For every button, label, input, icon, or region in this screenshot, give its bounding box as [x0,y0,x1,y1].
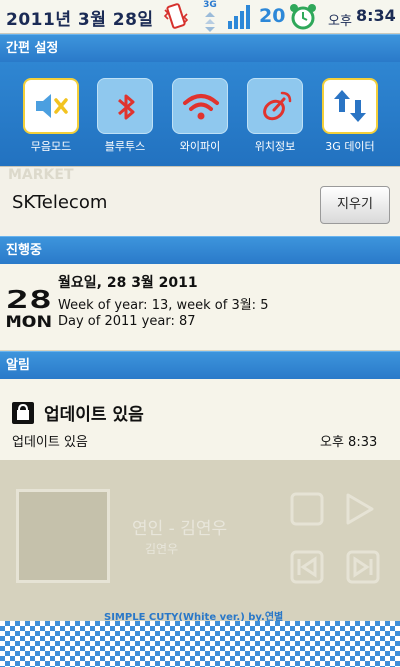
calendar-date-icon: 28 MON [6,285,52,331]
carrier-name: SKTelecom [12,192,108,213]
toggle-label-3g: 3G 데이터 [325,140,375,153]
play-icon [346,493,374,525]
next-icon [346,550,380,584]
toggle-bluetooth[interactable] [97,78,153,134]
bluetooth-icon [118,94,135,120]
alarm-clock-icon [290,4,316,30]
notifications-header: 알림 [0,351,400,379]
notification-update-item[interactable]: 업데이트 있음 업데이트 있음 오후 8:33 [0,379,400,460]
speaker-mute-icon [36,94,68,118]
toggle-label-wifi: 와이파이 [179,140,221,153]
data-arrows-icon [334,90,366,122]
quick-settings-panel: 무음모드 블루투스 와이파이 위치정보 3G 데이터 [0,62,400,166]
toggle-location[interactable] [247,78,303,134]
status-time: 8:34 [356,6,396,25]
checkered-footer-strip [0,621,400,667]
background-market-text: MARKET [8,167,74,183]
previous-icon [290,550,324,584]
stop-icon [290,492,324,526]
song-artist: 김연우 [145,542,179,556]
song-title: 연인 - 김연우 [132,519,228,539]
toggle-label-location: 위치정보 [254,140,296,153]
location-satellite-icon [263,91,292,121]
battery-level: 20 [259,5,286,27]
ongoing-title: 월요일, 28 3월 2011 [58,275,198,291]
calendar-weekday: MON [6,312,52,331]
notification-time: 오후 8:33 [320,435,378,450]
wifi-icon [183,94,219,120]
phone-vibrate-icon [163,3,189,29]
album-art [16,489,110,583]
toggle-label-bluetooth: 블루투스 [104,140,146,153]
notification-title: 업데이트 있음 [44,405,144,425]
status-date: 2011년 3월 28일 [6,10,154,30]
calendar-day-number: 28 [6,285,52,314]
toggle-wifi[interactable] [172,78,228,134]
toggle-silent-mode[interactable] [23,78,79,134]
notification-text: 업데이트 있음 [12,435,88,450]
home-background-widget: 연인 - 김연우 김연우 SIMPLE CUTY(White ver.) by.… [0,460,400,623]
toggle-label-silent: 무음모드 [30,140,72,153]
toggle-3g-data[interactable] [322,78,378,134]
quick-settings-header: 간편 설정 [0,34,400,62]
signal-icon [228,5,250,29]
ongoing-header: 진행중 [0,236,400,264]
status-bar: 2011년 3월 28일 3G 20 오후 8:34 [0,0,400,34]
carrier-row: MARKET SKTelecom 지우기 [0,166,400,236]
3g-data-icon: 3G [201,0,219,32]
ongoing-day-info: Day of 2011 year: 87 [58,314,196,329]
ongoing-week-info: Week of year: 13, week of 3월: 5 [58,298,269,313]
clear-button[interactable]: 지우기 [320,186,390,224]
market-bag-icon [12,402,34,424]
status-ampm: 오후 [328,14,352,29]
ongoing-calendar-item[interactable]: 28 MON 월요일, 28 3월 2011 Week of year: 13,… [0,264,400,350]
